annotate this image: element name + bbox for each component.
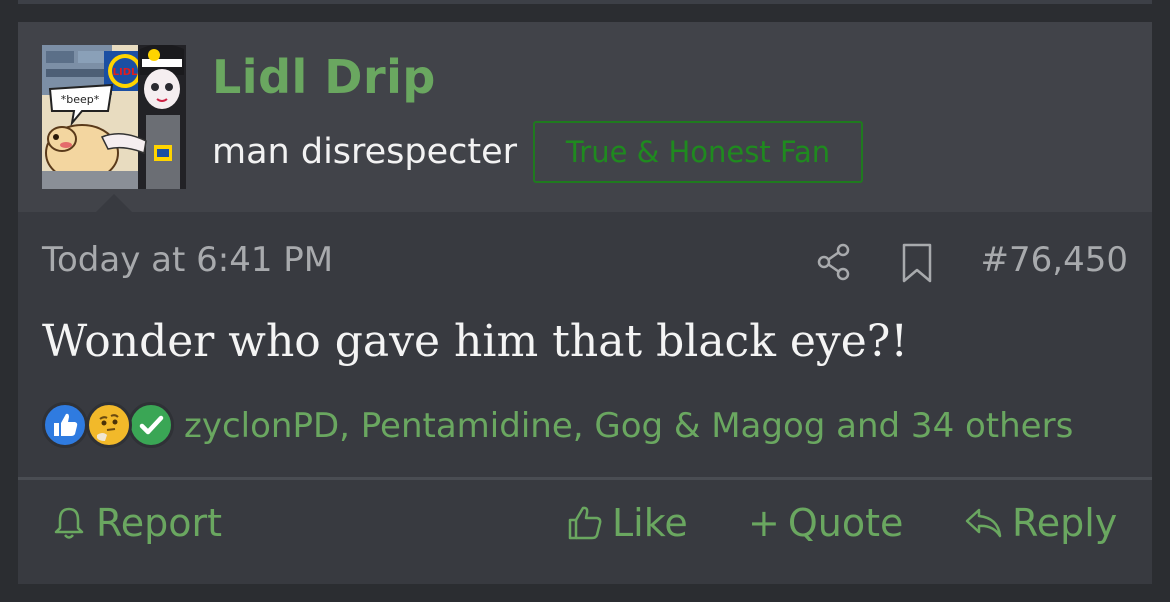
quote-button[interactable]: + Quote xyxy=(748,498,903,548)
reaction-icons[interactable] xyxy=(42,400,182,454)
like-button[interactable]: Like xyxy=(566,498,688,548)
user-title: man disrespecter xyxy=(212,132,518,172)
reaction-users-link[interactable]: zyclonPD, Pentamidine, Gog & Magog and 3… xyxy=(184,406,1073,446)
forum-post: LIDL *beep* Lidl Drip man disrespecter T… xyxy=(18,22,1152,584)
avatar-logo-text: LIDL xyxy=(113,67,138,78)
checkmark-icon xyxy=(128,402,174,448)
thinking-face-icon xyxy=(86,402,132,448)
quote-label: Quote xyxy=(787,501,904,545)
user-badge: True & Honest Fan xyxy=(533,121,863,183)
plus-icon: + xyxy=(748,501,780,545)
report-label: Report xyxy=(96,501,222,545)
share-icon[interactable] xyxy=(816,242,852,282)
header-pointer xyxy=(96,194,132,212)
avatar-speech-text: *beep* xyxy=(61,93,100,106)
footer-divider xyxy=(18,477,1152,480)
thumbs-up-outline-icon xyxy=(568,506,602,540)
report-button[interactable]: Report xyxy=(50,498,222,548)
reply-label: Reply xyxy=(1012,501,1118,545)
bell-icon xyxy=(54,507,84,539)
post-author-header: LIDL *beep* Lidl Drip man disrespecter T… xyxy=(18,22,1152,212)
avatar[interactable]: LIDL *beep* xyxy=(42,45,186,189)
post-number[interactable]: #76,450 xyxy=(981,240,1128,280)
bookmark-icon[interactable] xyxy=(900,242,934,284)
username[interactable]: Lidl Drip xyxy=(212,50,436,104)
post-timestamp[interactable]: Today at 6:41 PM xyxy=(42,240,333,280)
reply-arrow-icon xyxy=(965,508,1002,538)
reply-button[interactable]: Reply xyxy=(962,498,1117,548)
like-label: Like xyxy=(612,501,688,545)
thumbs-up-icon xyxy=(42,402,88,448)
previous-post-edge xyxy=(18,0,1152,4)
avatar-image: LIDL *beep* xyxy=(42,45,186,189)
post-message: Wonder who gave him that black eye?! xyxy=(42,316,909,367)
